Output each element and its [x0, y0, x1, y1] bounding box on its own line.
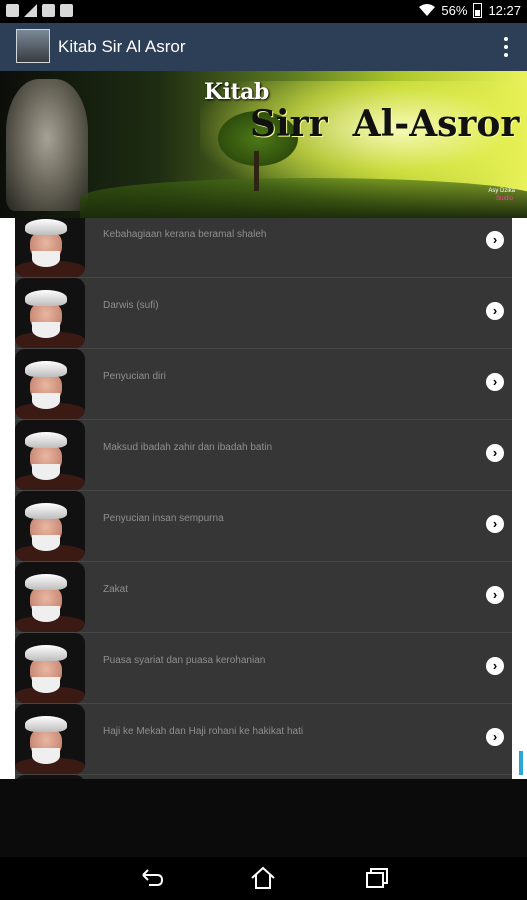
wifi-icon [419, 4, 436, 16]
sheikh-thumbnail [15, 278, 85, 348]
list-item-label: Haji ke Mekah dan Haji rohani ke hakikat… [103, 726, 304, 737]
chevron-right-icon[interactable]: › [486, 515, 504, 533]
app-title: Kitab Sir Al Asror [58, 37, 186, 56]
banner-title: Sirr Al-Asror [250, 103, 520, 145]
list-item-label: Maksud ibadah zahir dan ibadah batin [103, 442, 273, 453]
system-icons: 56% 12:27 [419, 3, 521, 18]
list-item[interactable]: Puasa syariat dan puasa kerohanian › [15, 633, 512, 704]
sheikh-thumbnail [15, 491, 85, 561]
battery-percent: 56% [441, 3, 468, 18]
list-item[interactable]: Darwis (sufi) › [15, 278, 512, 349]
clock: 12:27 [488, 3, 521, 18]
list-item[interactable]: Kebahagiaan kerana beramal shaleh › [15, 218, 512, 278]
app-bar: Kitab Sir Al Asror [0, 23, 527, 71]
banner-subtitle: Kitab [204, 79, 269, 105]
app-logo-icon[interactable] [16, 29, 50, 63]
empty-area [0, 779, 527, 857]
signal-icon [24, 4, 37, 17]
status-bar: 56% 12:27 [0, 0, 527, 23]
tree-trunk [254, 151, 259, 191]
sheikh-thumbnail [15, 633, 85, 703]
battery-icon [473, 3, 483, 18]
chapter-list: Kebahagiaan kerana beramal shaleh › Darwis… [15, 218, 512, 779]
banner-credit: Asy Dzika [488, 188, 515, 194]
gallery-icon [60, 4, 73, 17]
header-banner: Kitab Sirr Al-Asror Asy Dzika Studio [0, 71, 527, 218]
recent-apps-icon[interactable] [362, 865, 392, 891]
navigation-bar [0, 857, 527, 900]
list-item[interactable]: Penyucian insan sempurna › [15, 491, 512, 562]
chevron-right-icon[interactable]: › [486, 657, 504, 675]
chevron-right-icon[interactable]: › [486, 586, 504, 604]
chapter-list-container[interactable]: Kebahagiaan kerana beramal shaleh › Darwis… [0, 218, 527, 779]
list-item-label: Kebahagiaan kerana beramal shaleh [103, 229, 267, 240]
list-item[interactable]: Penyucian diri › [15, 349, 512, 420]
chevron-right-icon[interactable]: › [486, 231, 504, 249]
banner-ground [80, 178, 527, 218]
chevron-right-icon[interactable]: › [486, 444, 504, 462]
sheikh-thumbnail [15, 562, 85, 632]
list-item-label: Penyucian diri [103, 371, 166, 382]
chevron-right-icon[interactable]: › [486, 373, 504, 391]
chevron-right-icon[interactable]: › [486, 728, 504, 746]
banner-credit-studio: Studio [495, 196, 513, 202]
sheikh-thumbnail [15, 218, 85, 277]
back-icon[interactable] [137, 865, 167, 891]
list-item[interactable]: Zakat › [15, 562, 512, 633]
list-item-label: Penyucian insan sempurna [103, 513, 224, 524]
list-item[interactable]: Maksud ibadah zahir dan ibadah batin › [15, 420, 512, 491]
mail-icon [6, 4, 19, 17]
sheikh-thumbnail [15, 349, 85, 419]
list-item-label: Zakat [103, 584, 129, 595]
sheikh-thumbnail [15, 420, 85, 490]
list-item[interactable]: Haji ke Mekah dan Haji rohani ke hakikat… [15, 704, 512, 775]
list-item-label: Darwis (sufi) [103, 300, 159, 311]
overflow-menu-icon[interactable] [503, 37, 509, 57]
list-item-label: Puasa syariat dan puasa kerohanian [103, 655, 266, 666]
home-icon[interactable] [248, 865, 278, 891]
notification-icons [6, 4, 73, 17]
sheikh-portrait-image [6, 79, 88, 211]
z-icon [42, 4, 55, 17]
scrollbar[interactable] [519, 751, 523, 775]
chevron-right-icon[interactable]: › [486, 302, 504, 320]
sheikh-thumbnail [15, 704, 85, 774]
